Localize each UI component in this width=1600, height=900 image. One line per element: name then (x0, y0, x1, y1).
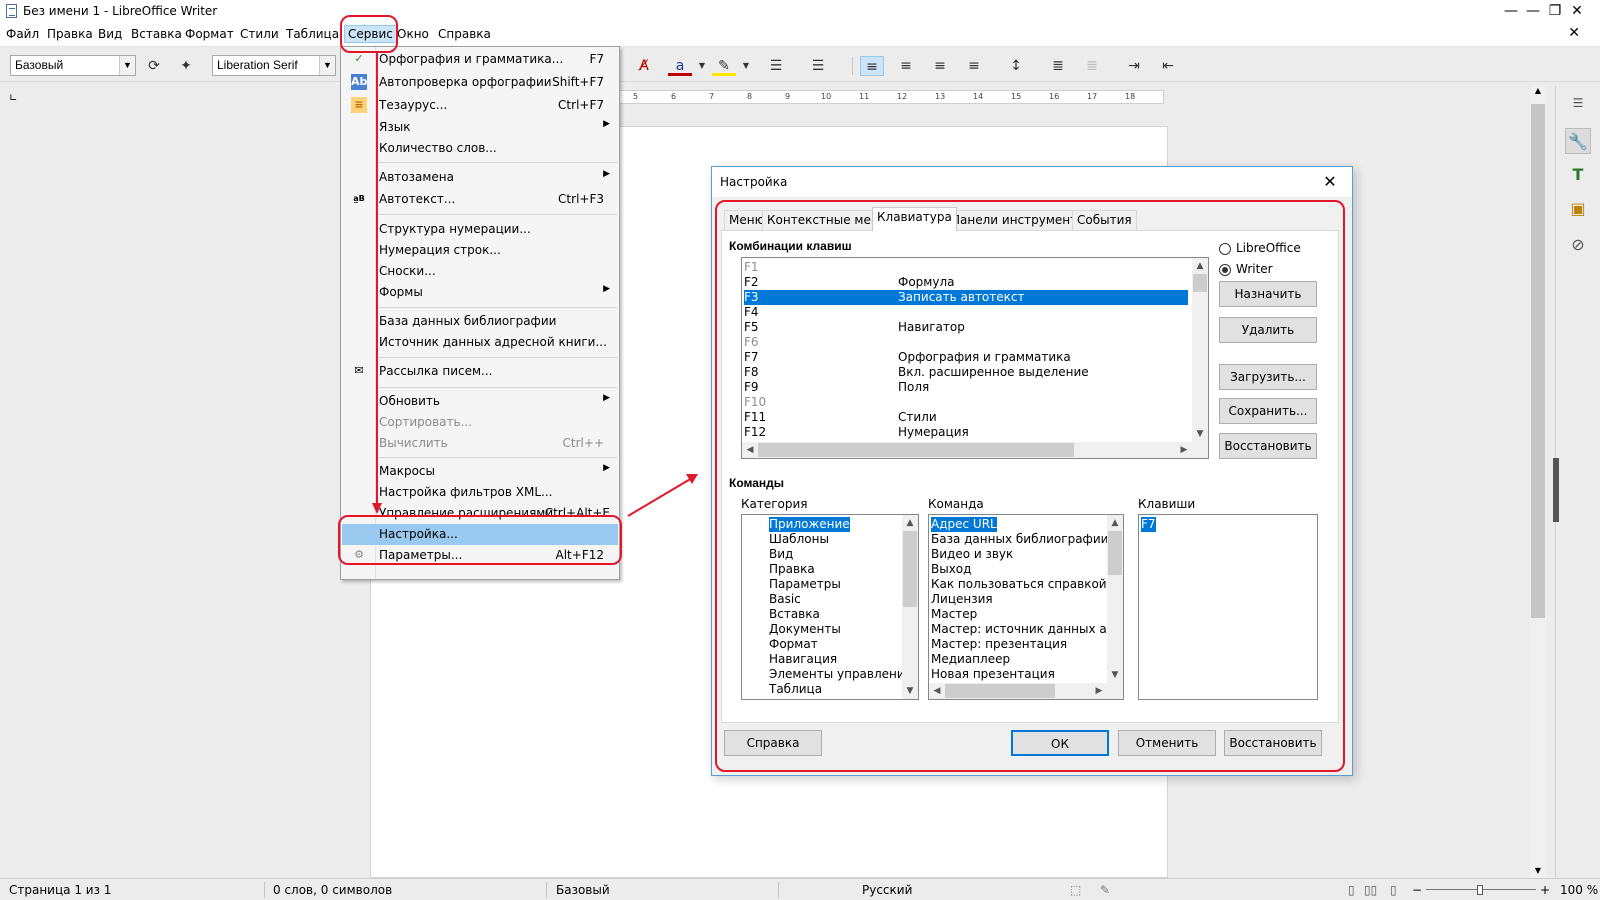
annotation-arrows (372, 53, 698, 517)
arrow-head-icon (686, 474, 698, 484)
tab-keyboard[interactable]: Клавиатура (872, 207, 957, 231)
arrow-head-icon (372, 503, 382, 514)
annotation-arrow-right (627, 477, 693, 517)
